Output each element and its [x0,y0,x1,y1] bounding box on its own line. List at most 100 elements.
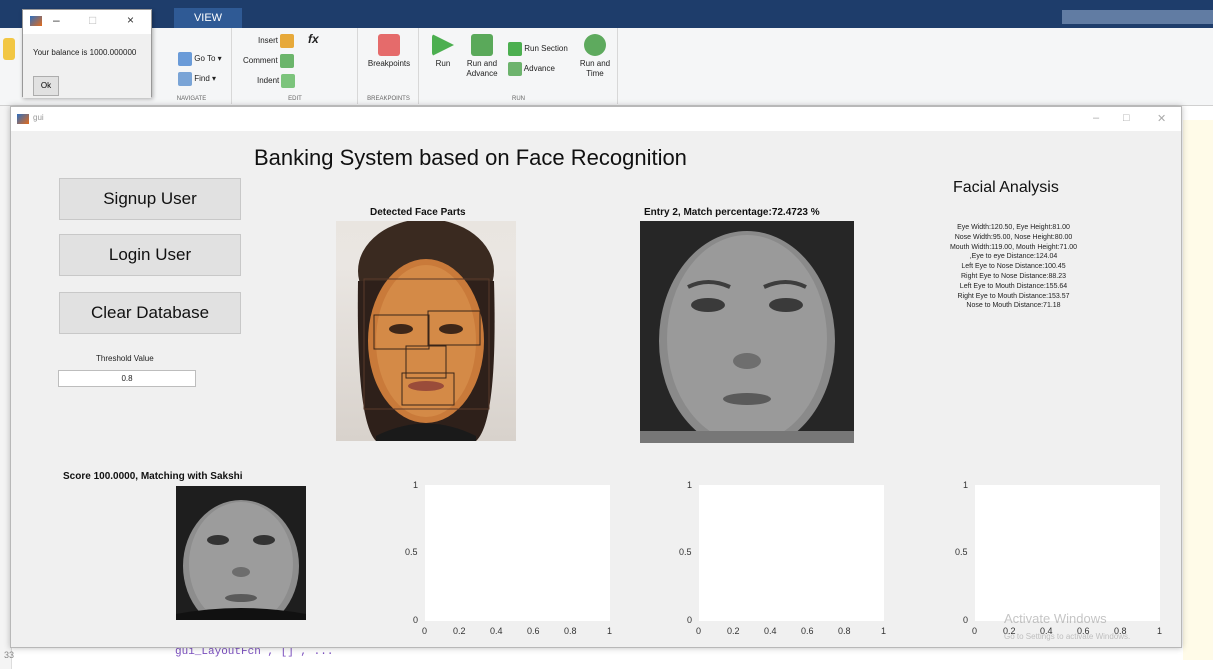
balance-text: Your balance is 1000.000000 [33,48,137,57]
y-tick-label: 0 [413,615,419,625]
match-entry-title: Entry 2, Match percentage:72.4723 % [644,207,820,218]
gui-titlebar: gui – □ ✕ [11,107,1181,131]
x-tick-label: 0.2 [453,626,466,636]
run-icon [432,34,454,56]
comment-button[interactable]: Comment [243,54,294,68]
run-time-button[interactable]: Run and Time [576,34,614,79]
y-tick-label: 1 [413,480,419,490]
clear-database-button[interactable]: Clear Database [59,292,241,334]
x-tick-label: 0.8 [838,626,851,636]
tab-view[interactable]: VIEW [174,8,242,28]
y-tick-label: 0.5 [955,547,968,557]
matlab-logo-icon [17,114,29,124]
y-tick-label: 1 [963,480,969,490]
matlab-logo-icon [30,16,42,26]
indent-button[interactable]: Indent [257,74,296,88]
run-advance-button[interactable]: Run and Advance [462,34,502,79]
x-tick-label: 1 [607,626,613,636]
close-button[interactable]: ✕ [1157,112,1166,125]
x-tick-label: 0.8 [564,626,577,636]
y-tick-label: 1 [687,480,693,490]
ribbon-body: Go To ▾ Find ▾ NAVIGATE Insert fx Commen… [0,28,1213,106]
run-button[interactable]: Run [428,34,458,69]
advance-icon [508,62,522,76]
editor-right-margin [1183,120,1213,660]
ribbon-group-edit: Insert fx Comment Indent EDIT [233,28,358,104]
dialog-minimize-button[interactable]: – [53,13,60,27]
find-icon [178,72,192,86]
matched-user-face-image [176,486,306,620]
group-label-breakpoints: BREAKPOINTS [367,96,410,102]
line-number: 33 [4,650,15,660]
run-section-button[interactable]: Run Section [508,42,568,56]
facial-line: Mouth Width:119.00, Mouth Height:71.00 [949,243,1078,251]
matched-entry-face-drawing [640,221,854,443]
new-button[interactable] [2,38,16,63]
facial-line: Nose Width:95.00, Nose Height:80.00 [954,233,1073,241]
facial-line: Right Eye to Mouth Distance:153.57 [957,292,1070,300]
x-tick-label: 0 [422,626,428,636]
balance-message-dialog: – □ × Your balance is 1000.000000 Ok [22,9,152,98]
activate-windows-watermark: Activate Windows [1004,611,1107,626]
maximize-button[interactable]: □ [1123,112,1130,124]
group-label-navigate: NAVIGATE [176,96,207,102]
x-tick-label: 0.4 [490,626,503,636]
y-tick-label: 0 [963,615,969,625]
group-label-run: RUN [512,96,525,102]
indent-icon [281,74,296,88]
breakpoints-icon [378,34,400,56]
x-tick-label: 0.6 [527,626,540,636]
dialog-body: Your balance is 1000.000000 Ok [23,34,151,98]
score-title: Score 100.0000, Matching with Sakshi [63,471,243,482]
x-tick-label: 0 [972,626,978,636]
run-section-icon [508,42,522,56]
signup-user-button[interactable]: Signup User [59,178,241,220]
find-button[interactable]: Find ▾ [178,72,216,86]
facial-analysis-title: Facial Analysis [953,179,1059,196]
breakpoints-button[interactable]: Breakpoints [365,34,413,69]
matched-user-face-drawing [176,486,306,620]
threshold-input[interactable]: 0.8 [58,370,196,387]
dialog-close-button[interactable]: × [127,13,134,27]
advance-button[interactable]: Advance [508,62,555,76]
goto-icon [178,52,192,66]
empty-axes-2[interactable] [699,485,884,621]
facial-analysis-list: Eye Width:120.50, Eye Height:81.00 Nose … [926,223,1101,311]
x-tick-label: 1 [881,626,887,636]
facial-line: Eye Width:120.50, Eye Height:81.00 [957,224,1070,231]
minimize-button[interactable]: – [1093,112,1099,124]
comment-icon [279,54,294,68]
dialog-maximize-button[interactable]: □ [89,13,96,27]
page-title: Banking System based on Face Recognition [254,145,687,170]
empty-axes-1[interactable] [425,485,610,621]
facial-line: ,Eye to eye Distance:124.04 [969,253,1058,261]
run-time-icon [584,34,606,56]
facial-line: Right Eye to Nose Distance:88.23 [960,272,1067,280]
facial-line: Left Eye to Nose Distance:100.45 [961,263,1066,271]
toolbar-quick-access[interactable] [1062,10,1213,24]
goto-button[interactable]: Go To ▾ [178,52,222,66]
detected-face-image [336,221,516,441]
empty-axes-3[interactable] [975,485,1160,621]
y-tick-label: 0.5 [679,547,692,557]
y-tick-label: 0 [687,615,693,625]
ribbon-group-navigate: Go To ▾ Find ▾ NAVIGATE [152,28,232,104]
x-tick-label: 0.2 [727,626,740,636]
facial-line: Left Eye to Mouth Distance:155.64 [959,282,1068,290]
x-tick-label: 1 [1157,626,1163,636]
fx-button[interactable]: fx [308,33,319,45]
facial-line: Nose to Mouth Distance:71.18 [966,302,1061,310]
ok-button[interactable]: Ok [33,76,59,96]
detected-face-drawing [357,221,495,441]
x-tick-label: 0.6 [801,626,814,636]
x-tick-label: 0 [696,626,702,636]
group-label-edit: EDIT [288,96,302,102]
gui-window-title: gui [33,113,44,122]
insert-button[interactable]: Insert [258,34,295,48]
gui-figure-window: gui – □ ✕ Banking System based on Face R… [10,106,1182,648]
ribbon-group-run: Run Run and Advance Run Section Advance … [420,28,618,104]
y-tick-label: 0.5 [405,547,418,557]
login-user-button[interactable]: Login User [59,234,241,276]
ribbon-group-breakpoints: Breakpoints BREAKPOINTS [359,28,419,104]
x-tick-label: 0.4 [764,626,777,636]
